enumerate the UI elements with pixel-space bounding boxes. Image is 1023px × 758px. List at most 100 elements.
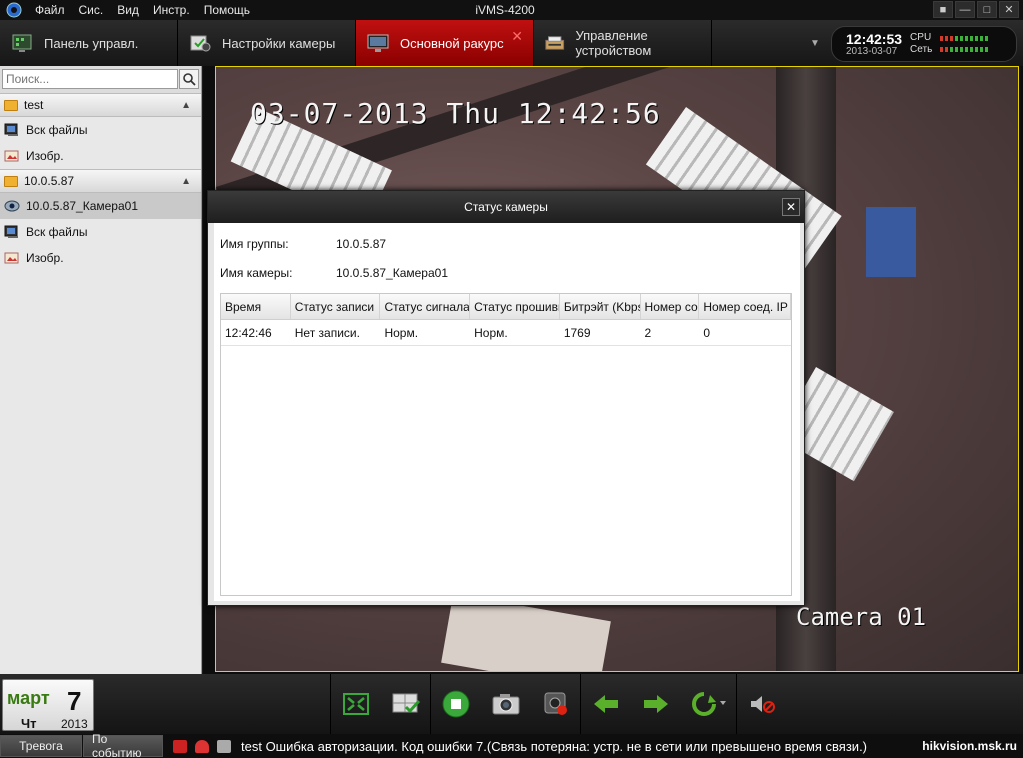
network-meter bbox=[940, 47, 989, 52]
app-logo-icon bbox=[0, 0, 28, 20]
tab-alarm[interactable]: Тревога bbox=[0, 735, 82, 757]
alarm-siren-icon[interactable] bbox=[195, 739, 209, 753]
cpu-label: CPU bbox=[910, 32, 932, 43]
calendar-year: 2013 bbox=[61, 717, 88, 731]
menu-view[interactable]: Вид bbox=[110, 0, 146, 20]
tree-group-test[interactable]: test ▲ bbox=[0, 93, 201, 117]
menu-bar: Файл Сис. Вид Инстр. Помощь iVMS-4200 ■ … bbox=[0, 0, 1023, 20]
image-icon bbox=[4, 252, 19, 264]
alarm-camera-icon[interactable] bbox=[173, 739, 187, 753]
camera-name-label: Имя камеры: bbox=[220, 266, 293, 280]
tree-item-label: Вск файлы bbox=[26, 123, 88, 137]
tree-item-label: Изобр. bbox=[26, 149, 64, 163]
tree-item-images[interactable]: Изобр. bbox=[0, 143, 201, 169]
group-name: 10.0.5.87 bbox=[24, 174, 75, 188]
stop-all-icon bbox=[442, 690, 470, 718]
snapshot-button[interactable] bbox=[481, 674, 531, 734]
clock-time: 12:42:53 bbox=[846, 30, 903, 47]
folder-icon bbox=[4, 99, 18, 111]
tree-group-device[interactable]: 10.0.5.87 ▲ bbox=[0, 169, 201, 193]
tree-item-label: Изобр. bbox=[26, 251, 64, 265]
tree-item-label: Вск файлы bbox=[26, 225, 88, 239]
menu-system[interactable]: Сис. bbox=[72, 0, 111, 20]
dialog-titlebar[interactable]: Статус камеры ✕ bbox=[208, 191, 804, 223]
column-header-bitrate[interactable]: Битрэйт (Kbps) bbox=[560, 294, 641, 319]
cpu-meter bbox=[940, 36, 989, 41]
tree-item-images[interactable]: Изобр. bbox=[0, 245, 201, 271]
tab-close-icon[interactable]: ✕ bbox=[511, 28, 523, 45]
tab-label: Настройки камеры bbox=[222, 35, 336, 51]
chevron-up-icon[interactable]: ▲ bbox=[181, 176, 191, 187]
chevron-up-icon[interactable]: ▲ bbox=[181, 100, 191, 111]
layout-icon bbox=[392, 693, 420, 714]
mute-button[interactable] bbox=[737, 674, 787, 734]
tab-event[interactable]: По событию bbox=[83, 732, 163, 758]
cell-record-status: Нет записи. bbox=[294, 326, 360, 340]
tab-camera-settings[interactable]: Настройки камеры bbox=[178, 20, 356, 66]
search-icon bbox=[182, 72, 196, 86]
column-header-signal-status[interactable]: Статус сигнала bbox=[380, 294, 471, 319]
lock-icon[interactable]: ■ bbox=[933, 1, 953, 18]
column-header-record-status[interactable]: Статус записи bbox=[291, 294, 381, 319]
column-header-firmware-status[interactable]: Статус прошивки bbox=[470, 294, 560, 319]
dialog-body: Имя группы: 10.0.5.87 Имя камеры: 10.0.5… bbox=[214, 223, 800, 601]
status-bar: Тревога По событию test Ошибка авторизац… bbox=[0, 732, 1023, 758]
tree-item-all-files[interactable]: Вск файлы bbox=[0, 117, 201, 143]
alarm-icons bbox=[173, 739, 231, 753]
tree-item-label: 10.0.5.87_Камера01 bbox=[26, 199, 139, 213]
stop-all-button[interactable] bbox=[431, 674, 481, 734]
osd-timestamp: 03-07-2013 Thu 12:42:56 bbox=[250, 97, 661, 130]
tree-item-all-files[interactable]: Вск файлы bbox=[0, 219, 201, 245]
tab-label: Управление устройством bbox=[575, 28, 652, 58]
menu-tools[interactable]: Инстр. bbox=[146, 0, 197, 20]
column-header-connections[interactable]: Номер соед. bbox=[641, 294, 700, 319]
calendar-weekday: Чт bbox=[21, 716, 37, 731]
dialog-title: Статус камеры bbox=[464, 200, 548, 214]
fullscreen-button[interactable] bbox=[331, 674, 381, 734]
tab-main-view[interactable]: Основной ракурс ✕ bbox=[356, 20, 534, 66]
menu-file[interactable]: Файл bbox=[28, 0, 72, 20]
tab-label: Основной ракурс bbox=[400, 35, 504, 51]
maximize-button[interactable]: □ bbox=[977, 1, 997, 18]
image-icon bbox=[4, 150, 19, 162]
previous-icon bbox=[594, 695, 618, 713]
auto-switch-button[interactable] bbox=[681, 674, 737, 734]
search-input[interactable] bbox=[2, 69, 179, 89]
tab-overflow-button[interactable]: ▼ bbox=[803, 20, 827, 66]
previous-button[interactable] bbox=[581, 674, 631, 734]
group-name-value: 10.0.5.87 bbox=[336, 237, 387, 251]
minimize-button[interactable]: — bbox=[955, 1, 975, 18]
column-header-ip-connections[interactable]: Номер соед. IP bbox=[699, 294, 791, 319]
tab-device-management[interactable]: Управление устройством bbox=[534, 20, 712, 66]
menu-help[interactable]: Помощь bbox=[197, 0, 257, 20]
cell-ip-connections: 0 bbox=[703, 326, 711, 340]
calendar-month: март bbox=[7, 688, 50, 708]
window-controls: ■ — □ ✕ bbox=[933, 1, 1019, 18]
column-header-time[interactable]: Время bbox=[221, 294, 291, 319]
search-bar bbox=[0, 66, 201, 93]
table-row[interactable]: 12:42:46 Нет записи. Норм. Норм. 1769 2 … bbox=[221, 320, 791, 346]
camera-name-row: Имя камеры: 10.0.5.87_Камера01 bbox=[220, 266, 448, 280]
osd-camera-name: Camera 01 bbox=[796, 603, 927, 631]
device-management-icon bbox=[545, 36, 565, 50]
tab-control-panel[interactable]: Панель управл. bbox=[0, 20, 178, 66]
tree-item-camera[interactable]: 10.0.5.87_Камера01 bbox=[0, 193, 201, 219]
playback-controls bbox=[330, 674, 787, 734]
search-button[interactable] bbox=[179, 69, 199, 89]
device-tree-panel: test ▲ Вск файлы Изобр. 10.0.5.87 ▲ 10.0… bbox=[0, 66, 202, 674]
alarm-device-icon[interactable] bbox=[217, 739, 231, 753]
table-header: Время Статус записи Статус сигнала Стату… bbox=[221, 294, 791, 320]
close-button[interactable]: ✕ bbox=[999, 1, 1019, 18]
auto-switch-icon bbox=[691, 692, 726, 716]
network-label: Сеть bbox=[910, 44, 933, 55]
cell-signal-status: Норм. bbox=[384, 326, 419, 340]
bottom-toolbar: март 7 Чт 2013 bbox=[0, 674, 1023, 734]
next-icon bbox=[644, 695, 668, 713]
next-button[interactable] bbox=[631, 674, 681, 734]
record-button[interactable] bbox=[531, 674, 581, 734]
layout-button[interactable] bbox=[381, 674, 431, 734]
dialog-close-button[interactable]: ✕ bbox=[782, 198, 800, 216]
status-table: Время Статус записи Статус сигнала Стату… bbox=[220, 293, 792, 596]
calendar-widget[interactable]: март 7 Чт 2013 bbox=[2, 679, 94, 731]
cell-bitrate: 1769 bbox=[563, 326, 591, 340]
